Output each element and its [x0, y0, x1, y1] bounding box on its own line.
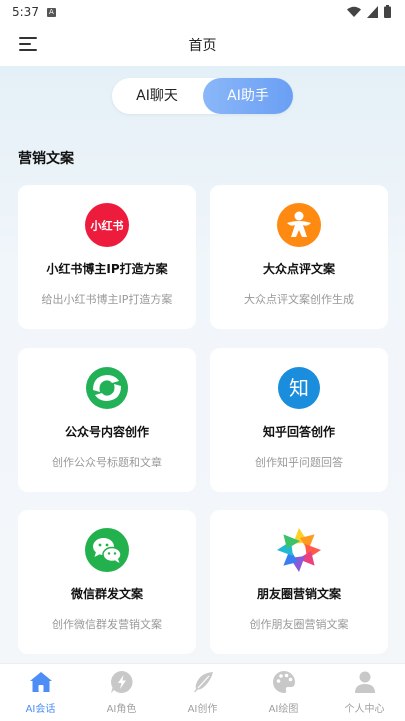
wifi-icon [347, 6, 361, 17]
card-title: 微信群发文案 [70, 587, 143, 601]
card-desc: 大众点评文案创作生成 [244, 293, 354, 306]
notification-icon: A [46, 7, 56, 17]
bottom-nav: AI会话 AI角色 AI创作 AI绘图 个人中心 [0, 663, 405, 721]
tab-ai-chat[interactable]: AI聊天 [112, 78, 202, 114]
status-time: 5:37 [12, 5, 39, 19]
card-zhihu[interactable]: 知 知乎回答创作 创作知乎问题回答 [210, 348, 388, 492]
card-title: 小红书博主IP打造方案 [46, 262, 168, 276]
card-desc: 创作微信群发营销文案 [52, 618, 162, 631]
feather-icon [193, 672, 213, 692]
card-xiaohongshu[interactable]: 小红书 小红书博主IP打造方案 给出小红书博主IP打造方案 [18, 185, 196, 329]
section-title: 营销文案 [18, 151, 74, 167]
battery-icon [384, 5, 391, 18]
person-icon [354, 671, 375, 693]
card-title: 朋友圈营销文案 [256, 587, 341, 601]
card-title: 大众点评文案 [262, 262, 335, 276]
card-moments[interactable]: 朋友圈营销文案 创作朋友圈营销文案 [210, 510, 388, 654]
card-title: 公众号内容创作 [64, 425, 149, 439]
page-title: 首页 [188, 38, 217, 54]
status-icons [347, 5, 391, 18]
nav-item-ai-draw[interactable]: AI绘图 [243, 664, 324, 721]
wechat-official-icon [86, 367, 128, 409]
status-bar: 5:37 A [0, 0, 405, 24]
nav-item-ai-create[interactable]: AI创作 [162, 664, 243, 721]
app-header: 首页 [0, 24, 405, 66]
card-desc: 给出小红书博主IP打造方案 [41, 293, 173, 306]
zhihu-icon: 知 [278, 367, 320, 409]
card-dianping[interactable]: 大众点评文案 大众点评文案创作生成 [210, 185, 388, 329]
moments-icon [277, 528, 321, 572]
nav-item-profile[interactable]: 个人中心 [324, 664, 405, 721]
card-wechat-broadcast[interactable]: 微信群发文案 创作微信群发营销文案 [18, 510, 196, 654]
card-title: 知乎回答创作 [262, 425, 335, 439]
nav-label: AI创作 [187, 704, 218, 715]
nav-label: AI会话 [25, 704, 56, 715]
menu-icon[interactable] [19, 35, 39, 53]
wechat-icon [85, 528, 129, 572]
nav-label: AI角色 [106, 704, 137, 715]
card-desc: 创作朋友圈营销文案 [249, 618, 349, 631]
xiaohongshu-icon: 小红书 [85, 203, 129, 247]
main-content: AI聊天 AI助手 营销文案 小红书 小红书博主IP打造方案 给出小红书博主IP… [0, 66, 405, 663]
zhihu-icon-text: 知 [289, 376, 309, 400]
dianping-icon [277, 203, 321, 247]
home-icon [29, 672, 52, 692]
nav-item-ai-chat[interactable]: AI会话 [0, 664, 81, 721]
nav-label: AI绘图 [268, 704, 299, 715]
card-desc: 创作公众号标题和文章 [52, 456, 162, 469]
palette-icon [272, 671, 295, 693]
tab-ai-assistant[interactable]: AI助手 [203, 78, 293, 114]
nav-label: 个人中心 [344, 704, 385, 715]
card-wechat-official[interactable]: 公众号内容创作 创作公众号标题和文章 [18, 348, 196, 492]
mode-toggle: AI聊天 AI助手 [112, 78, 293, 114]
signal-icon [367, 5, 378, 18]
xiaohongshu-icon-text: 小红书 [90, 219, 124, 233]
lightning-chat-icon [110, 671, 133, 693]
nav-item-ai-role[interactable]: AI角色 [81, 664, 162, 721]
card-desc: 创作知乎问题回答 [255, 456, 343, 469]
